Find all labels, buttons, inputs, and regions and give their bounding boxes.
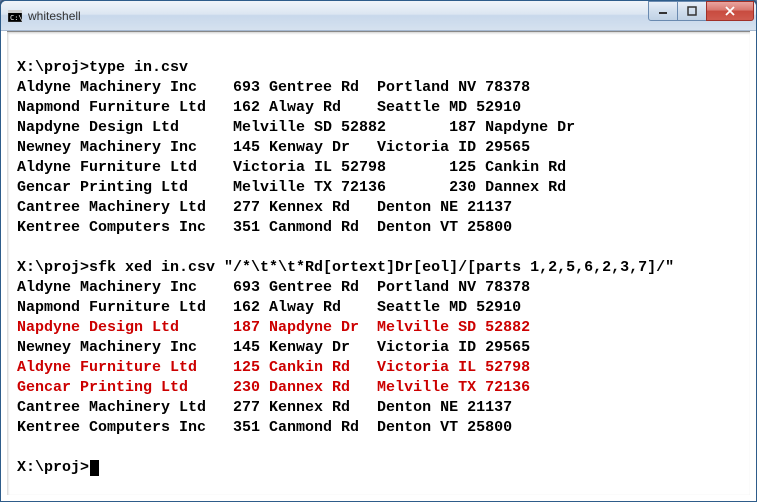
cursor [90, 460, 99, 476]
maximize-button[interactable] [677, 1, 707, 21]
window-controls [649, 1, 754, 21]
terminal-output: X:\proj>type in.csv Aldyne Machinery Inc… [17, 38, 740, 478]
app-icon: C:\ [7, 8, 23, 24]
minimize-button[interactable] [648, 1, 678, 21]
close-button[interactable] [706, 1, 754, 21]
window-title: whiteshell [28, 9, 649, 23]
app-window: C:\ whiteshell X:\proj>type in.csv Aldyn… [0, 0, 757, 502]
terminal-area[interactable]: X:\proj>type in.csv Aldyne Machinery Inc… [7, 31, 750, 495]
titlebar[interactable]: C:\ whiteshell [1, 1, 756, 31]
svg-text:C:\: C:\ [10, 14, 22, 22]
